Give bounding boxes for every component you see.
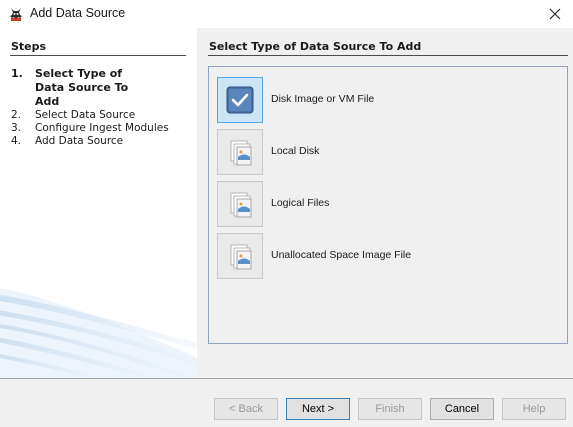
- title-bar: Add Data Source: [0, 0, 573, 28]
- step-label: Add Data Source: [35, 135, 124, 147]
- step-number: 2.: [11, 109, 22, 121]
- next-button[interactable]: Next >: [286, 398, 350, 420]
- option-disk-image[interactable]: Disk Image or VM File: [217, 77, 557, 125]
- option-local-disk[interactable]: Local Disk: [217, 129, 557, 177]
- logical-files-icon: [230, 192, 252, 218]
- data-source-type-box: Disk Image or VM File Local Disk Logical…: [208, 66, 568, 344]
- step-1: 1. Select Type of Data Source To Add: [11, 67, 191, 109]
- step-number: 4.: [11, 135, 22, 147]
- close-icon[interactable]: [543, 2, 567, 26]
- option-label: Unallocated Space Image File: [271, 249, 412, 261]
- steps-list: 1. Select Type of Data Source To Add 2. …: [11, 67, 191, 148]
- option-toggle-button[interactable]: [217, 233, 263, 279]
- step-label: Select Type of Data Source To Add: [35, 67, 129, 108]
- option-toggle-button[interactable]: [217, 129, 263, 175]
- option-unallocated-image[interactable]: Unallocated Space Image File: [217, 233, 557, 281]
- page-title: Select Type of Data Source To Add: [209, 40, 422, 53]
- step-label: Configure Ingest Modules: [35, 122, 169, 134]
- option-toggle-button[interactable]: [217, 181, 263, 227]
- cancel-button[interactable]: Cancel: [430, 398, 494, 420]
- step-number: 1.: [11, 67, 23, 80]
- unallocated-image-icon: [230, 244, 252, 270]
- finish-button[interactable]: Finish: [358, 398, 422, 420]
- autopsy-dog-icon: [8, 6, 24, 22]
- steps-panel: Steps 1. Select Type of Data Source To A…: [0, 28, 197, 378]
- local-disk-icon: [230, 140, 252, 166]
- option-toggle-button[interactable]: [217, 77, 263, 123]
- step-4: 4. Add Data Source: [11, 135, 191, 148]
- step-number: 3.: [11, 122, 22, 134]
- window-title: Add Data Source: [30, 6, 126, 20]
- button-bar: < Back Next > Finish Cancel Help: [0, 379, 573, 427]
- back-button[interactable]: < Back: [214, 398, 278, 420]
- option-logical-files[interactable]: Logical Files: [217, 181, 557, 229]
- disk-image-icon: [226, 86, 254, 114]
- steps-divider: [10, 55, 186, 56]
- steps-header: Steps: [11, 40, 47, 53]
- help-button[interactable]: Help: [502, 398, 566, 420]
- decorative-swoosh: [0, 288, 197, 378]
- step-label: Select Data Source: [35, 109, 136, 121]
- option-label: Logical Files: [271, 197, 330, 209]
- option-label: Local Disk: [271, 145, 320, 157]
- step-2: 2. Select Data Source: [11, 109, 191, 122]
- step-3: 3. Configure Ingest Modules: [11, 122, 191, 135]
- content-panel: Select Type of Data Source To Add Disk I…: [197, 28, 573, 378]
- content-divider: [208, 55, 568, 56]
- option-label: Disk Image or VM File: [271, 93, 375, 105]
